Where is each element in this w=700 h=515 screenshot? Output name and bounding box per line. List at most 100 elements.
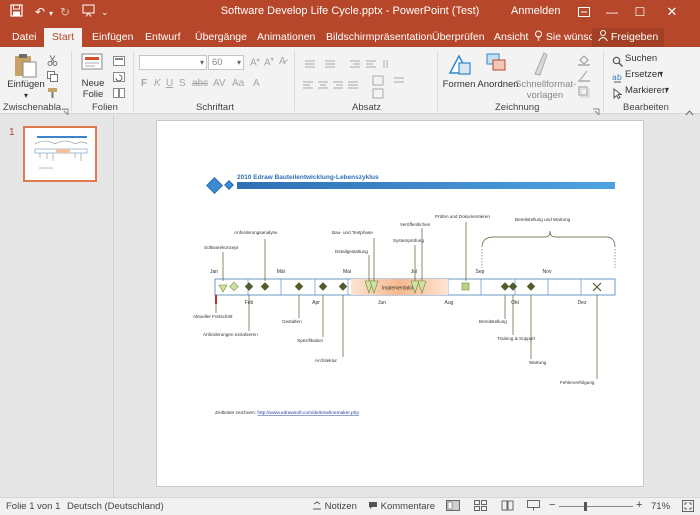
header-diamonds xyxy=(206,177,234,194)
paste-dropdown-icon[interactable]: ▾ xyxy=(20,90,32,101)
slideshow-view-icon[interactable] xyxy=(527,500,540,514)
event-label: Anforderungen extrahieren xyxy=(203,332,258,337)
share-button[interactable]: Freigeben xyxy=(592,28,665,47)
arrange-label[interactable]: Anordnen xyxy=(477,79,519,90)
underline-icon[interactable]: U xyxy=(166,78,173,89)
footer-link[interactable]: http://www.edrawsoft.com/de/timelinemake… xyxy=(257,410,359,416)
signin-link[interactable]: Anmelden xyxy=(511,5,561,17)
tab-entwurf[interactable]: Entwurf xyxy=(139,28,187,47)
minimize-icon[interactable]: — xyxy=(598,0,626,25)
fit-slide-icon[interactable] xyxy=(682,500,694,515)
slide-thumbnail[interactable] xyxy=(23,126,97,182)
tab-datei[interactable]: Datei xyxy=(6,28,43,47)
new-slide-icon[interactable] xyxy=(81,53,105,80)
comments-label: Kommentare xyxy=(380,501,436,512)
align-icons[interactable] xyxy=(302,78,364,96)
event-label: Gestalten xyxy=(282,319,302,324)
select-label[interactable]: Markieren xyxy=(625,85,667,96)
zoom-level[interactable]: 71% xyxy=(651,501,670,512)
tab-ueberpruefen[interactable]: Überprüfen xyxy=(426,28,491,47)
tab-animationen[interactable]: Animationen xyxy=(251,28,321,47)
header-bar xyxy=(237,182,615,189)
event-label: Fehlerverfolgung xyxy=(560,380,595,385)
title-bar: ↶ ▾ ↻ ⌄ Software Develop Life Cycle.pptx… xyxy=(0,0,700,25)
event-label: Anforderungsanalyse xyxy=(234,230,278,235)
notes-icon xyxy=(313,501,321,510)
paste-label[interactable]: Einfügen xyxy=(4,79,48,90)
case-icon[interactable]: Aa xyxy=(232,78,244,89)
bullets-icon[interactable] xyxy=(302,56,342,74)
group-label-paragraph: Absatz xyxy=(352,102,382,113)
zoom-slider-thumb[interactable] xyxy=(584,502,587,511)
tell-me-search[interactable]: Sie wünsc xyxy=(528,28,600,47)
release-range-dashes xyxy=(481,249,616,268)
ribbon-tabs: Datei Start Einfügen Entwurf Übergänge A… xyxy=(0,25,700,47)
italic-icon[interactable]: K xyxy=(154,78,161,89)
find-label[interactable]: Suchen xyxy=(625,53,657,64)
implementation-label: Implementation xyxy=(382,286,416,292)
reading-view-icon[interactable] xyxy=(501,500,514,514)
comment-icon xyxy=(369,502,377,509)
normal-view-icon[interactable] xyxy=(446,500,460,514)
shapes-icon[interactable] xyxy=(447,51,473,82)
event-label: Bereitstellung xyxy=(479,319,507,324)
footer-text: Zeitleiste zeichnen: xyxy=(215,410,257,416)
month-label: Nov xyxy=(543,269,552,275)
arrange-icon[interactable] xyxy=(485,51,509,82)
language-indicator[interactable]: Deutsch (Deutschland) xyxy=(67,501,164,512)
drawing-launcher-icon[interactable] xyxy=(592,103,600,121)
font-name-combo[interactable]: ▾ xyxy=(139,55,207,70)
close-icon[interactable]: ✕ xyxy=(658,0,686,25)
select-dropdown-icon[interactable]: ▾ xyxy=(665,85,669,94)
slide-canvas[interactable]: 2010 Edraw Bauteilentwicklung-Lebenszykl… xyxy=(156,120,644,487)
tab-uebergaenge[interactable]: Übergänge xyxy=(189,28,253,47)
event-label: Aktueller Fortschritt xyxy=(193,314,233,319)
replace-dropdown-icon[interactable]: ▾ xyxy=(659,69,663,78)
tab-bildschirmpraesentation[interactable]: Bildschirmpräsentation xyxy=(320,28,438,47)
font-size-value: 60 xyxy=(212,57,223,68)
slide-sorter-icon[interactable] xyxy=(474,500,487,514)
indent-icons[interactable] xyxy=(348,56,396,74)
tab-einfuegen[interactable]: Einfügen xyxy=(86,28,139,47)
group-label-font: Schriftart xyxy=(196,102,235,113)
bold-icon[interactable]: F xyxy=(141,78,147,89)
event-label: Softwarekonzept xyxy=(204,245,239,250)
maximize-icon[interactable]: ☐ xyxy=(626,0,654,25)
event-label: Veröffentlichen xyxy=(400,222,431,227)
zoom-in-icon[interactable]: + xyxy=(636,499,642,511)
new-slide-label[interactable]: Neue Folie xyxy=(75,78,111,100)
strikethrough-icon[interactable]: abc xyxy=(192,78,208,89)
shadow-icon[interactable]: S xyxy=(179,78,186,89)
replace-label[interactable]: Ersetzen xyxy=(625,69,663,80)
shapes-label[interactable]: Formen xyxy=(440,79,478,90)
notes-button[interactable]: Notizen xyxy=(312,501,357,512)
event-label: Bau- und Testphase xyxy=(332,230,373,235)
month-label: Okt xyxy=(511,300,519,306)
spacing-icon[interactable]: AV xyxy=(213,78,226,89)
comments-button[interactable]: Kommentare xyxy=(368,501,435,512)
grow-font-icon[interactable]: A▴ xyxy=(250,56,260,68)
status-bar: Folie 1 von 1 Deutsch (Deutschland) Noti… xyxy=(0,497,700,515)
shape-effects-icon[interactable] xyxy=(578,85,590,103)
font-color-icon[interactable]: A xyxy=(253,78,260,89)
clear-format-icon[interactable]: A̷ xyxy=(279,56,286,67)
zoom-out-icon[interactable]: − xyxy=(549,499,555,511)
shrink-font-icon[interactable]: A▾ xyxy=(264,56,274,68)
group-label-slides: Folien xyxy=(92,102,118,113)
svg-text:ab: ab xyxy=(612,73,622,82)
select-icon[interactable] xyxy=(612,86,623,104)
month-label: Apr xyxy=(312,300,320,306)
ribbon-display-options-icon[interactable] xyxy=(570,0,598,25)
quick-styles-label[interactable]: Schnellformat- vorlagen xyxy=(515,79,576,101)
quick-styles-icon[interactable] xyxy=(533,51,555,82)
tab-start[interactable]: Start xyxy=(44,28,82,47)
format-painter-icon[interactable] xyxy=(47,85,58,103)
slide-counter: Folie 1 von 1 xyxy=(6,501,61,512)
event-label: Spezifikation xyxy=(297,338,323,343)
collapse-ribbon-icon[interactable] xyxy=(685,103,694,121)
font-size-combo[interactable]: 60 ▾ xyxy=(208,55,244,70)
section-icon[interactable] xyxy=(113,85,125,103)
group-label-clipboard: Zwischenabla... xyxy=(3,102,70,113)
event-label: Prüfen und Dokumentieren xyxy=(435,214,490,219)
zoom-slider-track[interactable] xyxy=(559,506,633,507)
